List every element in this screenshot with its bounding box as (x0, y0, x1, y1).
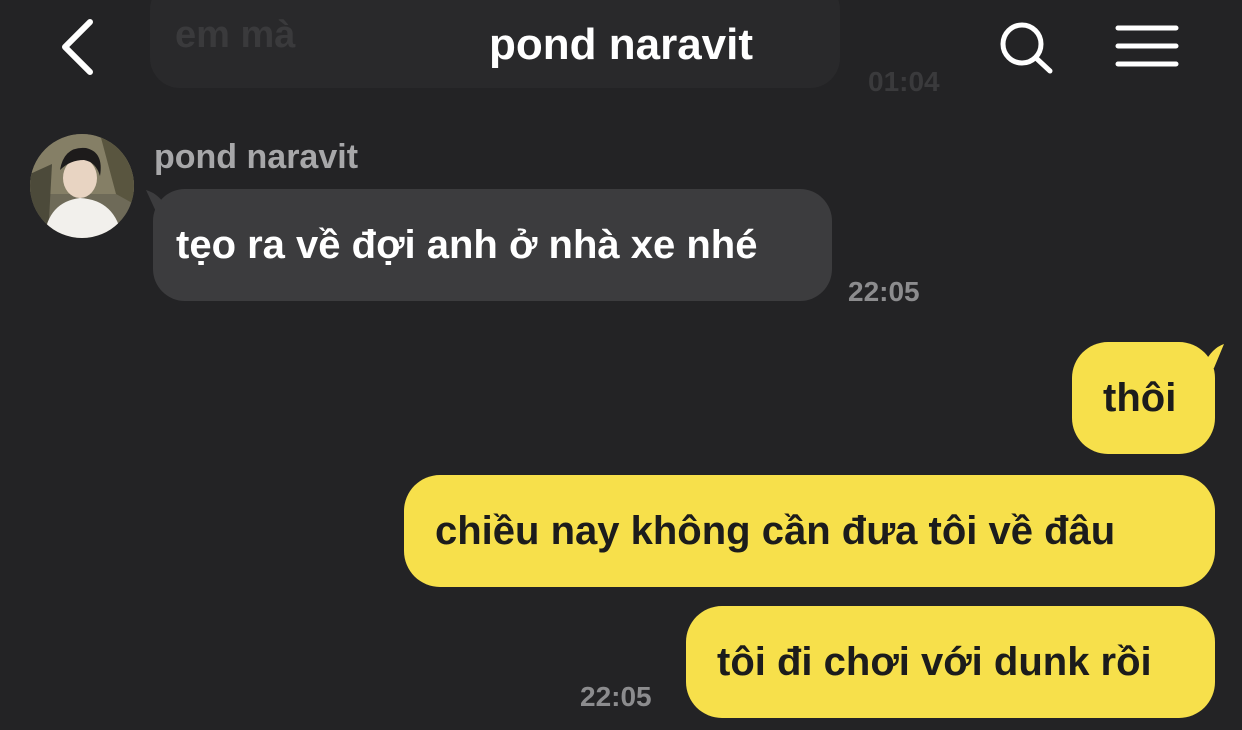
search-icon (1000, 22, 1053, 74)
outgoing-message-bubble[interactable]: chiều nay không cần đưa tôi về đâu (404, 475, 1215, 587)
sender-name: pond naravit (154, 138, 359, 176)
message-timestamp: 22:05 (580, 681, 652, 712)
message-text: chiều nay không cần đưa tôi về đâu (435, 509, 1116, 553)
chevron-left-icon (62, 19, 93, 75)
message-text: tôi đi chơi với dunk rồi (717, 640, 1152, 684)
chat-header: pond naravit (0, 0, 1242, 100)
back-button[interactable] (52, 14, 108, 80)
outgoing-message-bubble[interactable]: thôi (1072, 342, 1215, 454)
message-text: tẹo ra về đợi anh ở nhà xe nhé (176, 223, 758, 267)
hamburger-menu-icon (1115, 25, 1179, 67)
message-timestamp: 22:05 (848, 276, 920, 307)
avatar[interactable] (30, 134, 134, 238)
outgoing-message-bubble[interactable]: tôi đi chơi với dunk rồi (686, 606, 1215, 718)
incoming-message-bubble[interactable]: tẹo ra về đợi anh ở nhà xe nhé (153, 189, 832, 301)
avatar-photo (30, 134, 134, 238)
message-text: thôi (1103, 376, 1177, 420)
search-button[interactable] (994, 18, 1058, 78)
menu-button[interactable] (1110, 18, 1184, 74)
